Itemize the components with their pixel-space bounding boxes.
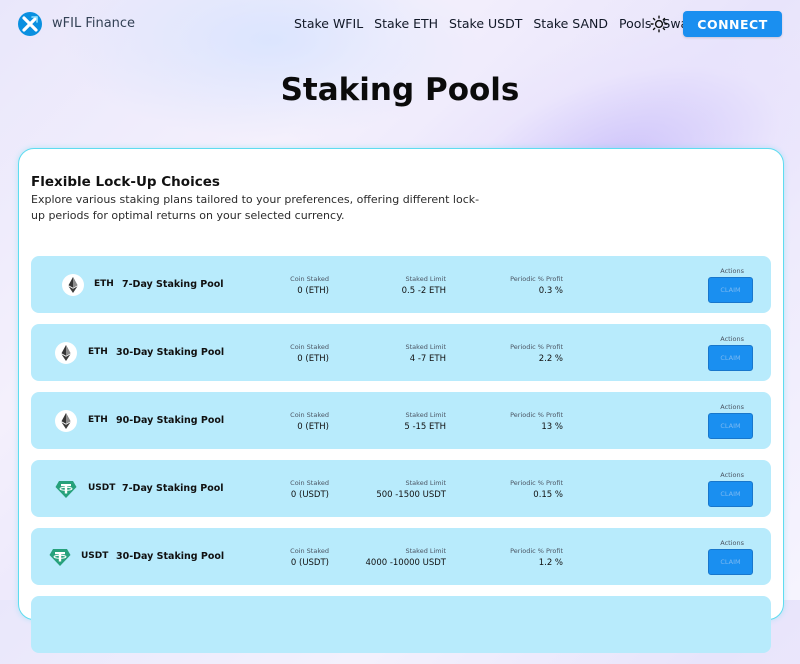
actions-label: Actions bbox=[720, 471, 744, 479]
coin-staked-value: 0 (USDT) bbox=[290, 490, 329, 500]
pool-row: USDT 30-Day Staking Pool Coin Staked 0 (… bbox=[31, 528, 771, 585]
claim-button[interactable]: CLAIM bbox=[708, 277, 753, 303]
periodic-profit-header: Periodic % Profit bbox=[510, 343, 563, 351]
staked-limit-header: Staked Limit bbox=[405, 275, 447, 283]
periodic-profit-stat: Periodic % Profit 0.3 % bbox=[510, 275, 563, 296]
periodic-profit-value: 13 % bbox=[541, 422, 563, 432]
claim-button[interactable]: CLAIM bbox=[708, 549, 753, 575]
coin-staked-stat: Coin Staked 0 (ETH) bbox=[290, 275, 329, 296]
staked-limit-stat: Staked Limit 0.5 -2 ETH bbox=[402, 275, 446, 296]
nav-stake-sand[interactable]: Stake SAND bbox=[533, 16, 608, 31]
pool-name: 90-Day Staking Pool bbox=[116, 415, 225, 426]
pool-name: 7-Day Staking Pool bbox=[122, 279, 224, 290]
coin-staked-value: 0 (ETH) bbox=[297, 286, 329, 296]
nav-stake-wfil[interactable]: Stake WFIL bbox=[294, 16, 363, 31]
coin-staked-header: Coin Staked bbox=[290, 343, 329, 351]
pool-row: USDT 7-Day Staking Pool Coin Staked 0 (U… bbox=[31, 460, 771, 517]
coin-staked-value: 0 (USDT) bbox=[290, 558, 329, 568]
staked-limit-value: 0.5 -2 ETH bbox=[401, 286, 446, 296]
pool-row: ETH 30-Day Staking Pool Coin Staked 0 (E… bbox=[31, 324, 771, 381]
staked-limit-value: 4000 -10000 USDT bbox=[365, 558, 447, 568]
staking-pools-card: Flexible Lock-Up Choices Explore various… bbox=[18, 148, 784, 653]
staked-limit-value: 5 -15 ETH bbox=[404, 422, 446, 432]
staked-limit-header: Staked Limit bbox=[405, 547, 447, 555]
pool-coin-label: ETH bbox=[88, 415, 108, 425]
coin-staked-header: Coin Staked bbox=[290, 411, 329, 419]
card-description: Explore various staking plans tailored t… bbox=[31, 193, 480, 222]
coin-staked-value: 0 (ETH) bbox=[297, 422, 329, 432]
periodic-profit-value: 0.3 % bbox=[538, 286, 563, 296]
coin-staked-header: Coin Staked bbox=[290, 547, 329, 555]
page-title: Staking Pools bbox=[280, 72, 520, 108]
staked-limit-stat: Staked Limit 4000 -10000 USDT bbox=[366, 547, 447, 568]
actions-label: Actions bbox=[720, 403, 744, 411]
coin-staked-value: 0 (ETH) bbox=[297, 354, 329, 364]
staked-limit-value: 4 -7 ETH bbox=[409, 354, 446, 364]
coin-staked-stat: Coin Staked 0 (ETH) bbox=[290, 343, 329, 364]
pool-coin-label: ETH bbox=[94, 279, 114, 289]
pool-coin-label: USDT bbox=[81, 551, 109, 561]
pool-name: 30-Day Staking Pool bbox=[116, 347, 225, 358]
coin-staked-header: Coin Staked bbox=[290, 275, 329, 283]
claim-button[interactable]: CLAIM bbox=[708, 481, 753, 507]
periodic-profit-stat: Periodic % Profit 2.2 % bbox=[510, 343, 563, 364]
card-heading: Flexible Lock-Up Choices bbox=[31, 174, 220, 190]
nav-stake-eth[interactable]: Stake ETH bbox=[374, 16, 438, 31]
periodic-profit-header: Periodic % Profit bbox=[510, 275, 563, 283]
coin-staked-header: Coin Staked bbox=[290, 479, 329, 487]
pool-row-partial bbox=[31, 596, 771, 653]
connect-wallet-button[interactable]: CONNECT bbox=[683, 11, 782, 37]
periodic-profit-value: 2.2 % bbox=[538, 354, 563, 364]
pool-name: 30-Day Staking Pool bbox=[116, 551, 225, 562]
periodic-profit-stat: Periodic % Profit 13 % bbox=[510, 411, 563, 432]
coin-staked-stat: Coin Staked 0 (USDT) bbox=[290, 479, 329, 500]
app-name[interactable]: wFIL Finance bbox=[52, 16, 135, 31]
staked-limit-stat: Staked Limit 4 -7 ETH bbox=[406, 343, 447, 364]
coin-staked-stat: Coin Staked 0 (ETH) bbox=[290, 411, 329, 432]
pool-row: ETH 90-Day Staking Pool Coin Staked 0 (E… bbox=[31, 392, 771, 449]
periodic-profit-header: Periodic % Profit bbox=[510, 479, 563, 487]
sun-icon[interactable] bbox=[650, 15, 668, 33]
pool-row: ETH 7-Day Staking Pool Coin Staked 0 (ET… bbox=[31, 256, 771, 313]
claim-button[interactable]: CLAIM bbox=[708, 413, 753, 439]
actions-label: Actions bbox=[720, 267, 744, 275]
actions-label: Actions bbox=[720, 335, 744, 343]
staked-limit-header: Staked Limit bbox=[405, 479, 447, 487]
pool-coin-label: ETH bbox=[88, 347, 108, 357]
coin-staked-stat: Coin Staked 0 (USDT) bbox=[290, 547, 329, 568]
periodic-profit-value: 0.15 % bbox=[533, 490, 563, 500]
nav-pools[interactable]: Pools bbox=[619, 16, 651, 31]
eth-icon bbox=[55, 342, 77, 364]
nav-stake-usdt[interactable]: Stake USDT bbox=[449, 16, 522, 31]
usdt-icon bbox=[55, 481, 77, 498]
periodic-profit-header: Periodic % Profit bbox=[510, 411, 563, 419]
periodic-profit-header: Periodic % Profit bbox=[510, 547, 563, 555]
staked-limit-value: 500 -1500 USDT bbox=[376, 490, 446, 500]
usdt-icon bbox=[49, 549, 71, 566]
staked-limit-stat: Staked Limit 500 -1500 USDT bbox=[376, 479, 446, 500]
periodic-profit-stat: Periodic % Profit 1.2 % bbox=[510, 547, 563, 568]
actions-label: Actions bbox=[720, 539, 744, 547]
staked-limit-stat: Staked Limit 5 -15 ETH bbox=[404, 411, 446, 432]
pool-list: ETH 7-Day Staking Pool Coin Staked 0 (ET… bbox=[31, 256, 771, 664]
eth-icon bbox=[62, 274, 84, 296]
periodic-profit-value: 1.2 % bbox=[538, 558, 563, 568]
periodic-profit-stat: Periodic % Profit 0.15 % bbox=[510, 479, 563, 500]
eth-icon bbox=[55, 410, 77, 432]
claim-button[interactable]: CLAIM bbox=[708, 345, 753, 371]
pool-name: 7-Day Staking Pool bbox=[122, 483, 224, 494]
top-navbar: wFIL Finance Stake WFIL Stake ETH Stake … bbox=[0, 0, 800, 48]
main-nav: Stake WFIL Stake ETH Stake USDT Stake SA… bbox=[294, 16, 696, 31]
wfil-logo-icon[interactable] bbox=[18, 12, 42, 36]
pool-coin-label: USDT bbox=[88, 483, 116, 493]
staked-limit-header: Staked Limit bbox=[405, 411, 447, 419]
staked-limit-header: Staked Limit bbox=[405, 343, 447, 351]
